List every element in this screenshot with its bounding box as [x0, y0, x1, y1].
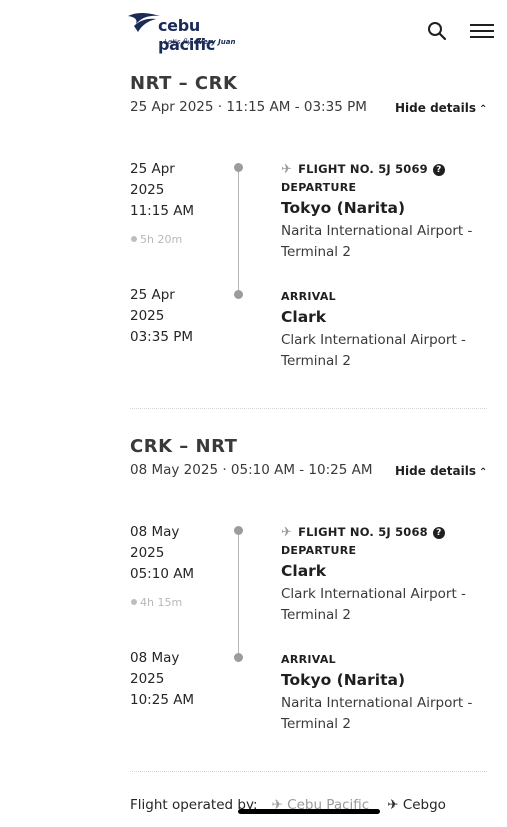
hide-details-label: Hide details	[395, 101, 476, 115]
departure-datetime: 25 Apr 2025 11:15 AM	[130, 159, 194, 222]
logo-tagline: Let's fly every Juan	[164, 38, 235, 46]
departure-date-year: 2025	[130, 182, 165, 198]
flight-number: ✈ FLIGHT NO. 5J 5068?	[281, 525, 445, 540]
arrival-tag: ARRIVAL	[281, 653, 336, 666]
timeline-line	[238, 535, 239, 653]
arrival-city: Clark	[281, 308, 327, 326]
help-icon[interactable]: ?	[432, 164, 445, 176]
logo-wordmark: cebu pacific	[158, 16, 216, 54]
arrival-city: Tokyo (Narita)	[281, 671, 406, 689]
chevron-up-icon: ⌃	[479, 104, 488, 115]
plane-icon: ✈	[281, 162, 293, 177]
duration-text: 5h 20m	[140, 233, 183, 246]
timeline-line	[238, 172, 239, 290]
flight-duration: 5h 20m	[131, 233, 182, 246]
route-datetime: 08 May 2025 · 05:10 AM - 10:25 AM	[130, 462, 373, 478]
departure-date-day: 25 Apr	[130, 161, 175, 177]
hamburger-menu-icon[interactable]	[470, 24, 494, 40]
flight-duration: 4h 15m	[131, 596, 182, 609]
clock-icon	[131, 599, 137, 605]
arrival-date-day: 08 May	[130, 650, 180, 666]
flight-number: ✈ FLIGHT NO. 5J 5069?	[281, 162, 445, 177]
cebu-pacific-logo[interactable]: cebu pacific Let's fly every Juan	[126, 10, 256, 54]
arrival-airport: Narita International Airport - Terminal …	[281, 695, 473, 732]
timeline-arrival-dot	[234, 290, 243, 299]
hide-details-label: Hide details	[395, 464, 476, 478]
help-icon[interactable]: ?	[432, 527, 445, 539]
section-divider	[130, 408, 487, 409]
operator-cebgo: ✈ Cebgo	[387, 797, 446, 813]
arrival-date-day: 25 Apr	[130, 287, 175, 303]
hide-details-toggle[interactable]: Hide details ⌃	[395, 101, 487, 115]
timeline-departure-dot	[234, 163, 243, 172]
hide-details-toggle[interactable]: Hide details ⌃	[395, 464, 487, 478]
arrival-date-year: 2025	[130, 671, 165, 687]
chevron-up-icon: ⌃	[479, 467, 488, 478]
arrival-tag: ARRIVAL	[281, 290, 336, 303]
arrival-datetime: 08 May 2025 10:25 AM	[130, 648, 194, 711]
route-title: NRT – CRK	[130, 73, 238, 94]
operator-name: Cebgo	[402, 797, 446, 813]
search-icon[interactable]	[427, 21, 447, 41]
app-header: cebu pacific Let's fly every Juan	[0, 0, 507, 62]
arrival-airport: Clark International Airport - Terminal 2	[281, 332, 466, 369]
home-indicator-bar[interactable]	[238, 809, 380, 814]
section-divider	[130, 771, 487, 772]
arrival-datetime: 25 Apr 2025 03:35 PM	[130, 285, 193, 348]
departure-time: 11:15 AM	[130, 203, 195, 219]
departure-datetime: 08 May 2025 05:10 AM	[130, 522, 194, 585]
route-datetime: 25 Apr 2025 · 11:15 AM - 03:35 PM	[130, 99, 367, 115]
departure-tag: DEPARTURE	[281, 544, 357, 557]
departure-time: 05:10 AM	[130, 566, 195, 582]
logo-tagline-prefix: Let's fly	[164, 38, 194, 46]
departure-airport: Clark International Airport - Terminal 2	[281, 586, 466, 623]
departure-city: Clark	[281, 562, 327, 580]
plane-icon: ✈	[281, 525, 293, 540]
departure-date-day: 08 May	[130, 524, 180, 540]
logo-bird-icon	[128, 13, 160, 32]
flight-number-text: FLIGHT NO. 5J 5068	[298, 525, 428, 539]
arrival-time: 03:35 PM	[130, 329, 193, 345]
timeline-arrival-dot	[234, 653, 243, 662]
departure-airport: Narita International Airport - Terminal …	[281, 223, 473, 260]
plane-icon: ✈	[387, 797, 403, 813]
departure-tag: DEPARTURE	[281, 181, 357, 194]
flight-number-text: FLIGHT NO. 5J 5069	[298, 162, 428, 176]
route-title: CRK – NRT	[130, 436, 238, 457]
timeline-departure-dot	[234, 526, 243, 535]
logo-tagline-bold: every Juan	[193, 38, 236, 46]
departure-city: Tokyo (Narita)	[281, 199, 406, 217]
duration-text: 4h 15m	[140, 596, 183, 609]
clock-icon	[131, 236, 137, 242]
arrival-time: 10:25 AM	[130, 692, 195, 708]
departure-date-year: 2025	[130, 545, 165, 561]
arrival-date-year: 2025	[130, 308, 165, 324]
